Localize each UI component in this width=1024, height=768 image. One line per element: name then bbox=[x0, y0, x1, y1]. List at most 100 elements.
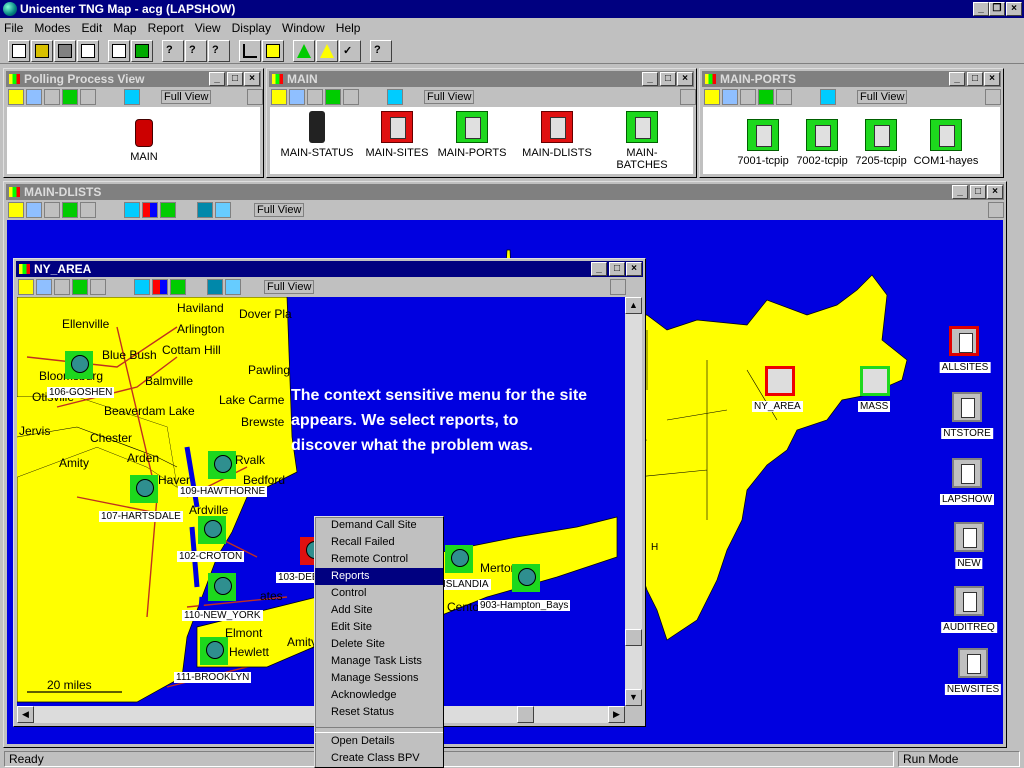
equal-icon[interactable] bbox=[62, 202, 78, 218]
menu-item-reports[interactable]: Reports bbox=[315, 568, 443, 585]
full-view-select[interactable]: Full View bbox=[857, 90, 907, 104]
list-icon[interactable] bbox=[820, 89, 836, 105]
maximize-icon[interactable]: □ bbox=[967, 72, 983, 86]
menu-display[interactable]: Display bbox=[228, 19, 275, 37]
menu-item-demand-call-site[interactable]: Demand Call Site bbox=[315, 517, 443, 534]
zoom-out-icon[interactable] bbox=[289, 89, 305, 105]
up-level-icon[interactable] bbox=[680, 89, 696, 105]
minimize-icon[interactable]: _ bbox=[952, 185, 968, 199]
save-button[interactable] bbox=[54, 40, 76, 62]
close-icon[interactable]: × bbox=[244, 72, 260, 86]
query-alert-button[interactable]: ? bbox=[185, 40, 207, 62]
palette-icon[interactable] bbox=[152, 279, 168, 295]
scroll-right-arrow-icon[interactable]: ▶ bbox=[608, 706, 625, 723]
site-icon-croton[interactable] bbox=[198, 516, 226, 544]
full-view-select[interactable]: Full View bbox=[264, 280, 314, 294]
site-icon-hampton-bays[interactable] bbox=[512, 564, 540, 592]
scroll-down-arrow-icon[interactable]: ▼ bbox=[625, 689, 642, 706]
menu-item-manage-task-lists[interactable]: Manage Task Lists bbox=[315, 653, 443, 670]
equal-icon[interactable] bbox=[72, 279, 88, 295]
list-icon[interactable] bbox=[134, 279, 150, 295]
site-icon-islandia[interactable] bbox=[445, 545, 473, 573]
up-level-icon[interactable] bbox=[985, 89, 1001, 105]
zoom-out-icon[interactable] bbox=[26, 202, 42, 218]
map-object-main[interactable]: MAIN bbox=[104, 119, 184, 163]
chart-button[interactable] bbox=[239, 40, 261, 62]
zoom-out-icon[interactable] bbox=[722, 89, 738, 105]
up-level-icon[interactable] bbox=[610, 279, 626, 295]
check-button[interactable]: ✓ bbox=[339, 40, 361, 62]
menu-item-create-class-bpv[interactable]: Create Class BPV bbox=[315, 750, 443, 767]
triangle-warn-button[interactable] bbox=[316, 40, 338, 62]
close-icon[interactable]: × bbox=[987, 185, 1003, 199]
ntstore-icon[interactable] bbox=[952, 392, 982, 422]
scroll-thumb[interactable] bbox=[625, 629, 642, 646]
maximize-icon[interactable]: □ bbox=[609, 262, 625, 276]
maximize-icon[interactable]: □ bbox=[227, 72, 243, 86]
equal-icon[interactable] bbox=[325, 89, 341, 105]
map-object-main-sites[interactable]: MAIN-SITES bbox=[357, 111, 437, 159]
list-icon[interactable] bbox=[124, 202, 140, 218]
lapshow-icon[interactable] bbox=[952, 458, 982, 488]
ny-vertical-scrollbar[interactable]: ▲ ▼ bbox=[625, 297, 642, 706]
allsites-icon[interactable] bbox=[949, 326, 979, 356]
scroll-thumb-h[interactable] bbox=[517, 706, 534, 723]
menu-modes[interactable]: Modes bbox=[30, 19, 74, 37]
site-icon-hawthorne[interactable] bbox=[208, 451, 236, 479]
close-button[interactable]: × bbox=[1006, 2, 1022, 16]
undo-icon[interactable] bbox=[44, 89, 60, 105]
auditreq-icon[interactable] bbox=[954, 586, 984, 616]
close-icon[interactable]: × bbox=[677, 72, 693, 86]
properties-button[interactable] bbox=[108, 40, 130, 62]
undo-icon[interactable] bbox=[54, 279, 70, 295]
map-object-main-dlists[interactable]: MAIN-DLISTS bbox=[517, 111, 597, 159]
zoom-in-icon[interactable] bbox=[704, 89, 720, 105]
menu-item-acknowledge[interactable]: Acknowledge bbox=[315, 687, 443, 704]
grid-icon[interactable] bbox=[343, 89, 359, 105]
full-view-select[interactable]: Full View bbox=[161, 90, 211, 104]
full-view-select[interactable]: Full View bbox=[254, 203, 304, 217]
full-view-select[interactable]: Full View bbox=[424, 90, 474, 104]
list-icon[interactable] bbox=[124, 89, 140, 105]
color-icon[interactable] bbox=[160, 202, 176, 218]
app-globe-icon[interactable] bbox=[3, 2, 17, 16]
menu-item-remote-control[interactable]: Remote Control bbox=[315, 551, 443, 568]
grid-icon[interactable] bbox=[80, 89, 96, 105]
map-object-main-status[interactable]: MAIN-STATUS bbox=[277, 111, 357, 159]
paste-icon[interactable] bbox=[215, 202, 231, 218]
menu-view[interactable]: View bbox=[191, 19, 225, 37]
mass-site-icon[interactable] bbox=[860, 366, 890, 396]
menu-item-edit-site[interactable]: Edit Site bbox=[315, 619, 443, 636]
undo-icon[interactable] bbox=[307, 89, 323, 105]
query-status-button[interactable]: ? bbox=[208, 40, 230, 62]
undo-icon[interactable] bbox=[44, 202, 60, 218]
copy-icon[interactable] bbox=[207, 279, 223, 295]
tools-button[interactable] bbox=[262, 40, 284, 62]
minimize-icon[interactable]: _ bbox=[949, 72, 965, 86]
map-object-main-ports[interactable]: MAIN-PORTS bbox=[432, 111, 512, 159]
maximize-icon[interactable]: □ bbox=[970, 185, 986, 199]
menu-map[interactable]: Map bbox=[109, 19, 140, 37]
minimize-button[interactable]: _ bbox=[973, 2, 989, 16]
ny-area-site-icon[interactable] bbox=[765, 366, 795, 396]
menu-item-open-details[interactable]: Open Details bbox=[315, 733, 443, 750]
map-object-main-batches[interactable]: MAIN-BATCHES bbox=[602, 111, 682, 171]
newsites-icon[interactable] bbox=[958, 648, 988, 678]
menu-report[interactable]: Report bbox=[144, 19, 188, 37]
site-icon-goshen[interactable] bbox=[65, 351, 93, 379]
maximize-icon[interactable]: □ bbox=[660, 72, 676, 86]
print-button[interactable] bbox=[77, 40, 99, 62]
minimize-icon[interactable]: _ bbox=[209, 72, 225, 86]
menu-item-recall-failed[interactable]: Recall Failed bbox=[315, 534, 443, 551]
restore-button[interactable]: ❐ bbox=[989, 2, 1005, 16]
zoom-in-icon[interactable] bbox=[8, 89, 24, 105]
site-icon-hartsdale[interactable] bbox=[130, 475, 158, 503]
close-icon[interactable]: × bbox=[984, 72, 1000, 86]
edit-map-button[interactable] bbox=[131, 40, 153, 62]
equal-icon[interactable] bbox=[758, 89, 774, 105]
new-icon[interactable] bbox=[954, 522, 984, 552]
undo-icon[interactable] bbox=[740, 89, 756, 105]
site-icon-new-york[interactable] bbox=[208, 573, 236, 601]
copy-icon[interactable] bbox=[197, 202, 213, 218]
grid-icon[interactable] bbox=[90, 279, 106, 295]
